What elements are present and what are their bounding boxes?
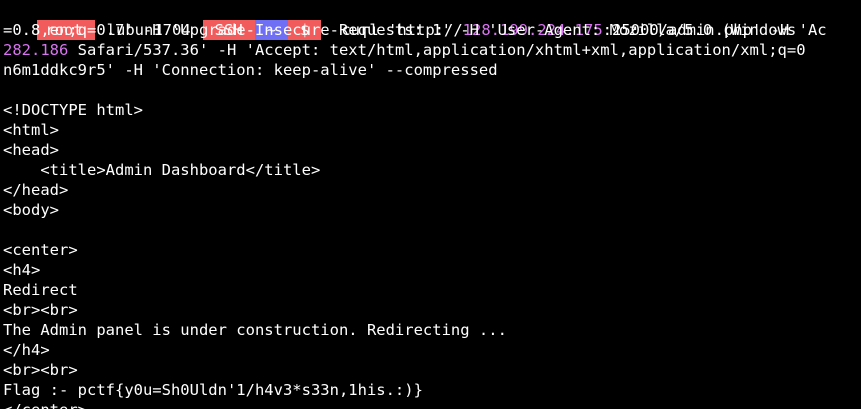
output-line: <br><br> [3,301,78,319]
output-line: <center> [3,241,78,259]
output-line: <!DOCTYPE html> [3,101,143,119]
flag-output-line: Flag :- pctf{y0u=Sh0Uldn'1/h4v3*s33n,1hi… [3,381,423,399]
output-line: <body> [3,201,59,219]
command-line-2: =0.8,en;q=0.7' -H 'Upgrade-Insecure-Requ… [3,21,797,39]
command-line-4: n6m1ddkc9r5' -H 'Connection: keep-alive'… [3,61,498,79]
command-line-3-text: Safari/537.36' -H 'Accept: text/html,app… [68,41,806,59]
output-line: The Admin panel is under construction. R… [3,321,507,339]
output-line: <h4> [3,261,41,279]
output-line: </center> [3,400,87,409]
command-version-highlight: 282.186 [3,41,69,59]
command-line-3: 282.186 Safari/537.36' -H 'Accept: text/… [3,40,806,60]
output-line: Redirect [3,281,78,299]
output-line: <title>Admin Dashboard</title> [3,161,321,179]
output-line: <head> [3,141,59,159]
output-line: </head> [3,181,69,199]
terminal-window[interactable]: root lubun1704 SSH ~ $ curl 'http://128.199.2… [0,0,861,409]
prompt-line: root lubun1704 SSH ~ $ curl 'http://128.199.2… [0,0,827,40]
output-line: <html> [3,121,59,139]
output-line: <br><br> [3,361,78,379]
output-line: </h4> [3,341,50,359]
